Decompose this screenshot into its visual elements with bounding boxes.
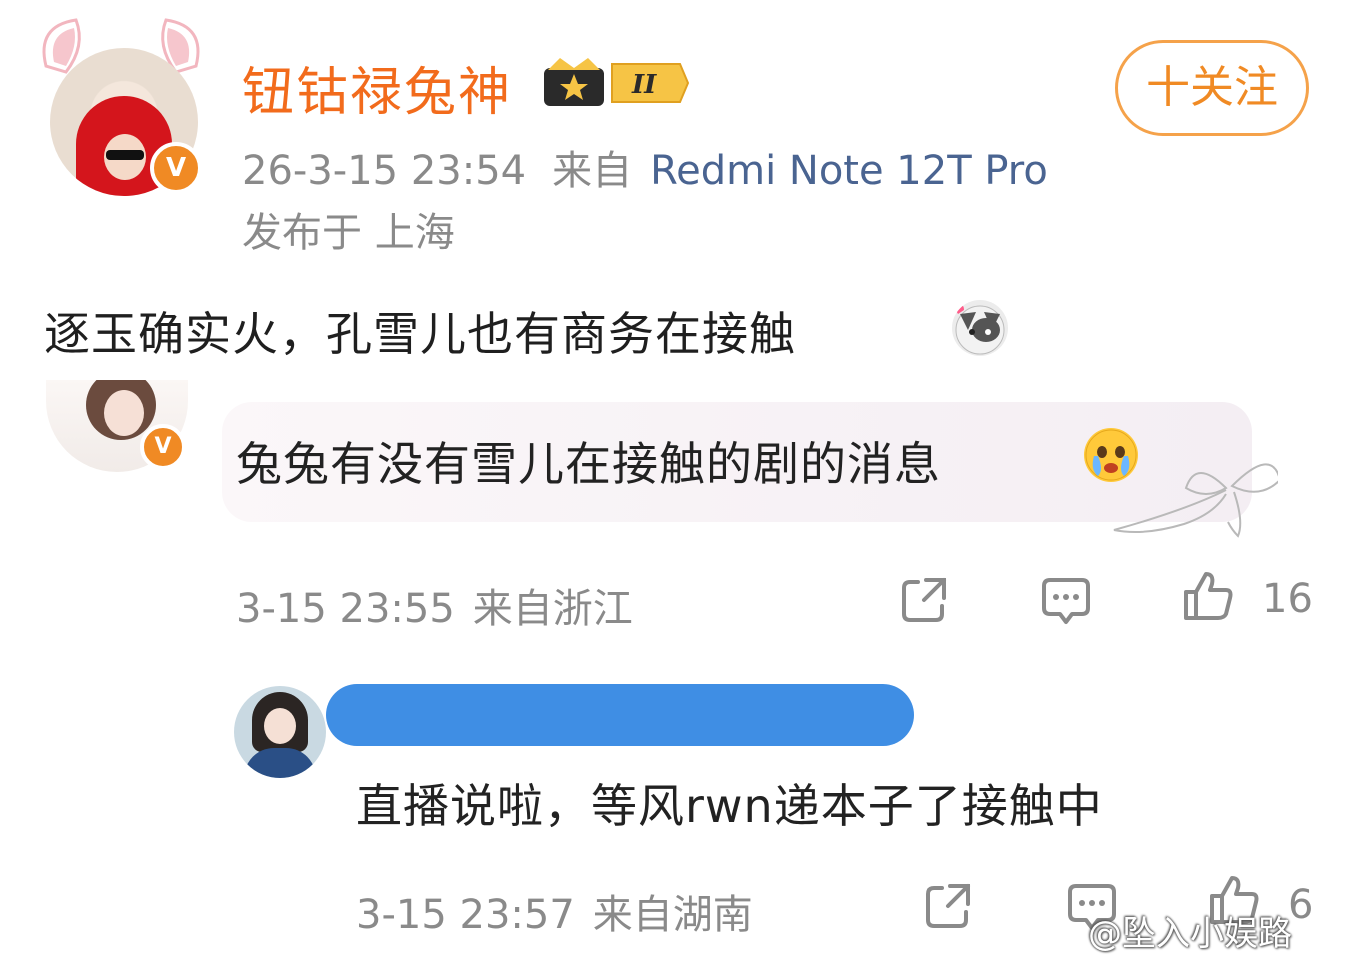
cat-emoji-icon bbox=[952, 300, 1008, 356]
member-level-badge-icon: II bbox=[544, 58, 690, 106]
post-timestamp: 26-3-15 23:54 bbox=[242, 148, 527, 194]
post-meta: 26-3-15 23:54 来自 Redmi Note 12T Pro bbox=[242, 138, 1048, 196]
reply-meta: 3-15 23:57 来自湖南 bbox=[356, 882, 753, 940]
reply-text: 直播说啦，等风rwn递本子了接触中 bbox=[356, 779, 1103, 833]
redacted-username bbox=[326, 684, 914, 746]
from-label: 来自 bbox=[552, 148, 633, 194]
share-icon[interactable] bbox=[922, 880, 974, 932]
comment-text: 兔兔有没有雪儿在接触的剧的消息 bbox=[236, 437, 941, 491]
ribbon-bow-decoration bbox=[1113, 463, 1278, 538]
badge-level-text: II bbox=[631, 70, 657, 100]
like-icon[interactable] bbox=[1182, 570, 1234, 622]
watermark: @坠入小娱路 bbox=[1088, 914, 1292, 954]
reply-timestamp: 3-15 23:57 bbox=[356, 892, 575, 938]
share-icon[interactable] bbox=[898, 574, 950, 626]
post-location: 发布于 上海 bbox=[242, 210, 455, 256]
verified-badge-icon: V bbox=[150, 142, 202, 194]
comment-icon[interactable] bbox=[1040, 574, 1092, 626]
comment-location: 来自浙江 bbox=[472, 586, 633, 632]
commenter-verified-badge-icon: V bbox=[140, 424, 186, 470]
replier-avatar[interactable] bbox=[234, 686, 326, 778]
comment-meta: 3-15 23:55 来自浙江 bbox=[236, 576, 633, 634]
comment-like-count: 16 bbox=[1262, 576, 1313, 622]
reply-location: 来自湖南 bbox=[592, 892, 753, 938]
post-text: 逐玉确实火，孔雪儿也有商务在接触 bbox=[44, 307, 796, 361]
comment-timestamp: 3-15 23:55 bbox=[236, 586, 455, 632]
follow-button[interactable]: 十关注 bbox=[1115, 40, 1309, 136]
post-device[interactable]: Redmi Note 12T Pro bbox=[650, 148, 1048, 194]
poster-username[interactable]: 钮钴禄兔神 bbox=[242, 50, 512, 125]
